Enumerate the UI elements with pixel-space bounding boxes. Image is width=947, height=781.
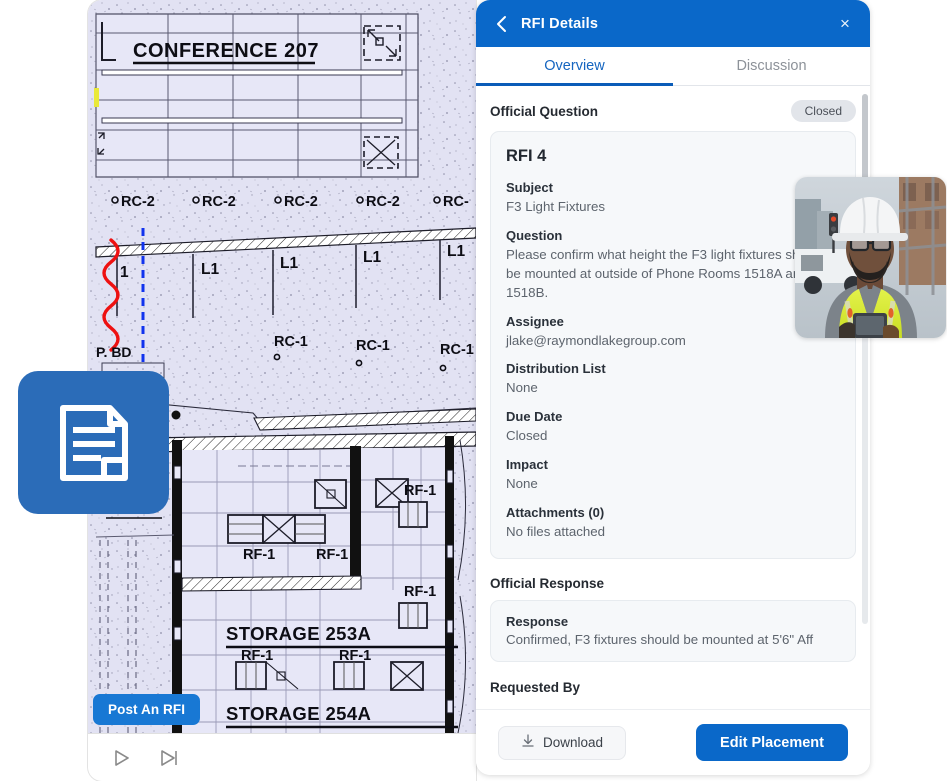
official-response-card: Response Confirmed, F3 fixtures should b… (490, 599, 856, 662)
field-impact: Impact None (506, 457, 840, 494)
floor-plan-drawing: CONFERENCE 207 RC-2 RC-2 RC-2 RC-2 RC- 1… (88, 0, 476, 733)
field-label: Impact (506, 457, 548, 473)
skip-next-icon[interactable] (156, 745, 182, 771)
svg-text:RF-1: RF-1 (404, 483, 436, 499)
status-badge: Closed (790, 100, 856, 122)
svg-text:RF-1: RF-1 (339, 648, 371, 664)
requested-by-title: Requested By (490, 679, 581, 695)
rfi-details-panel: RFI Details × Overview Discussion Offici… (476, 0, 870, 775)
field-distribution-list: Distribution List None (506, 361, 840, 398)
rfi-number: RFI 4 (506, 147, 547, 165)
svg-text:RF-1: RF-1 (243, 547, 275, 563)
field-value: Closed (506, 428, 548, 444)
svg-text:RF-1: RF-1 (316, 547, 348, 563)
field-value: jlake@raymondlakegroup.com (506, 332, 686, 348)
svg-text:L1: L1 (201, 261, 219, 278)
official-response-header: Official Response (490, 576, 856, 591)
svg-text:RC-2: RC-2 (121, 194, 155, 210)
svg-text:STORAGE 253A: STORAGE 253A (226, 623, 371, 644)
official-question-header: Official Question Closed (490, 100, 856, 122)
svg-text:L1: L1 (447, 243, 465, 260)
field-label: Question (506, 227, 563, 243)
svg-text:RC-1: RC-1 (440, 342, 474, 358)
field-subject: Subject F3 Light Fixtures (506, 180, 840, 217)
field-attachments: Attachments (0) No files attached (506, 505, 840, 542)
field-label: Due Date (506, 409, 563, 425)
svg-text:L1: L1 (280, 255, 298, 272)
panel-title: RFI Details (521, 15, 599, 32)
tab-discussion[interactable]: Discussion (673, 47, 870, 85)
field-question: Question Please confirm what height the … (506, 228, 840, 303)
document-note-icon (59, 404, 128, 481)
svg-text:RC-1: RC-1 (274, 334, 308, 350)
download-label: Download (543, 735, 604, 750)
viewer-toolbar (88, 733, 476, 781)
svg-text:L1: L1 (363, 249, 381, 266)
svg-text:RC-2: RC-2 (366, 194, 400, 210)
chevron-left-icon[interactable] (490, 13, 512, 35)
play-icon[interactable] (108, 745, 134, 771)
panel-tabs: Overview Discussion (476, 47, 870, 86)
blueprint-canvas[interactable]: CONFERENCE 207 RC-2 RC-2 RC-2 RC-2 RC- 1… (88, 0, 476, 733)
svg-text:RF-1: RF-1 (241, 648, 273, 664)
panel-header: RFI Details × (476, 0, 870, 47)
post-an-rfi-button[interactable]: Post An RFI (93, 694, 201, 725)
field-label: Assignee (506, 313, 564, 329)
response-text: Confirmed, F3 fixtures should be mounted… (506, 631, 814, 647)
field-label: Distribution List (506, 361, 606, 377)
svg-text:RC-2: RC-2 (284, 194, 318, 210)
svg-text:RC-2: RC-2 (202, 194, 236, 210)
rfi-marker-button[interactable] (18, 371, 169, 514)
panel-scrollbar[interactable] (862, 94, 868, 624)
field-assignee: Assignee jlake@raymondlakegroup.com (506, 314, 840, 351)
field-label: Attachments (0) (506, 505, 605, 520)
svg-text:RC-: RC- (443, 194, 469, 210)
field-value: None (506, 476, 538, 492)
download-icon (521, 734, 535, 751)
construction-worker-photo (795, 177, 946, 338)
svg-text:STORAGE 254A: STORAGE 254A (226, 703, 371, 724)
official-question-title: Official Question (490, 103, 599, 119)
close-icon[interactable]: × (834, 13, 856, 35)
edit-placement-button[interactable]: Edit Placement (696, 724, 848, 761)
panel-footer: Download Edit Placement (476, 709, 870, 775)
field-label: Subject (506, 180, 553, 195)
requested-by-header: Requested By (490, 680, 856, 695)
app-root: CONFERENCE 207 RC-2 RC-2 RC-2 RC-2 RC- 1… (0, 0, 947, 781)
field-value: Please confirm what height the F3 light … (506, 246, 825, 300)
tab-overview[interactable]: Overview (476, 47, 673, 86)
svg-text:CONFERENCE 207: CONFERENCE 207 (133, 40, 319, 62)
field-value: No files attached (506, 524, 606, 539)
svg-text:RF-1: RF-1 (404, 584, 436, 600)
svg-text:RC-1: RC-1 (356, 338, 390, 354)
svg-text:1: 1 (120, 264, 129, 281)
official-response-title: Official Response (490, 575, 605, 591)
field-value: F3 Light Fixtures (506, 199, 606, 214)
field-due-date: Due Date Closed (506, 409, 840, 446)
response-label: Response (506, 613, 569, 629)
field-value: None (506, 380, 538, 396)
download-button[interactable]: Download (498, 725, 627, 760)
svg-text:P. BD: P. BD (96, 344, 132, 360)
